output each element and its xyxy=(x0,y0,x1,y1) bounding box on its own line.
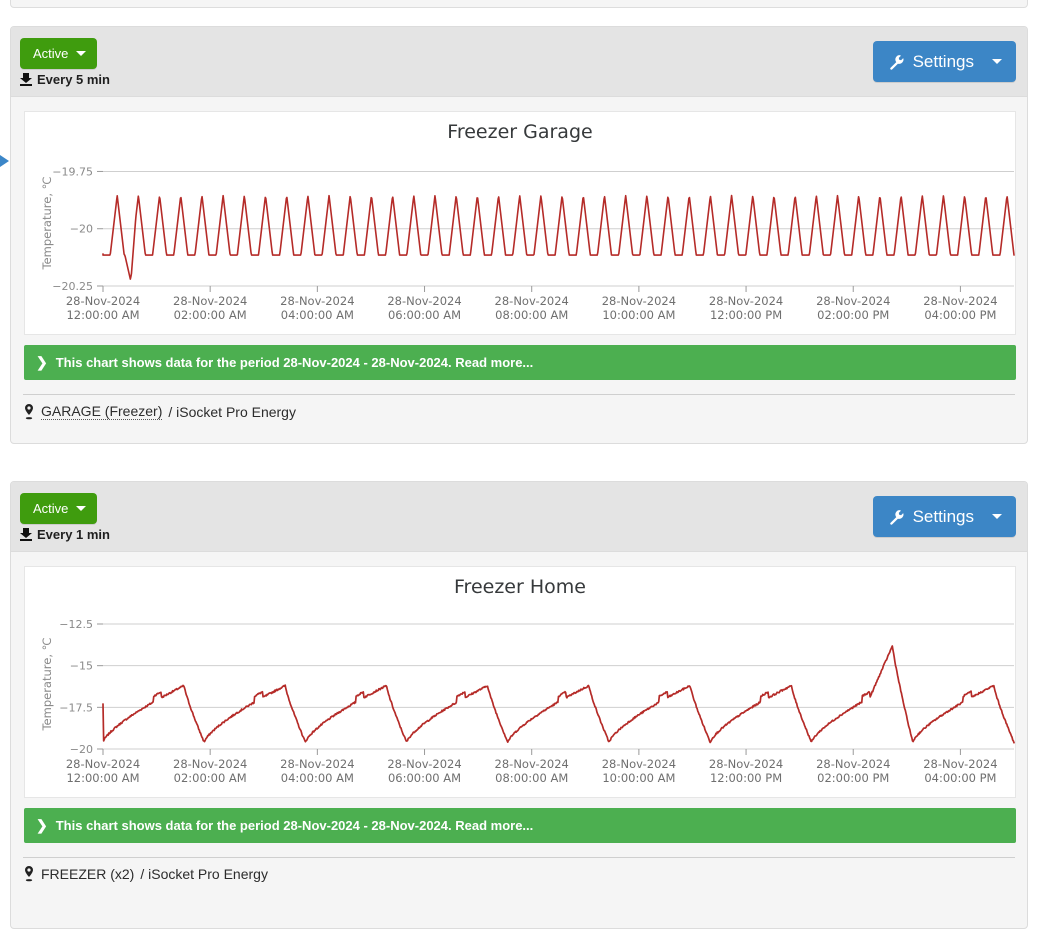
svg-text:−17.5: −17.5 xyxy=(59,701,93,714)
chart-panel-freezer-home: Active Every 1 min Settings Freezer Home… xyxy=(10,481,1028,929)
svg-text:04:00:00 AM: 04:00:00 AM xyxy=(281,308,354,322)
chart-period-banner[interactable]: ❯ This chart shows data for the period 2… xyxy=(24,808,1016,843)
chevron-right-icon: ❯ xyxy=(36,817,48,833)
banner-text: This chart shows data for the period 28-… xyxy=(55,355,534,370)
left-edge-arrow-icon[interactable] xyxy=(0,155,9,167)
svg-text:02:00:00 AM: 02:00:00 AM xyxy=(174,771,247,785)
status-label: Active xyxy=(33,46,69,61)
location-pin-icon xyxy=(23,403,35,420)
panel-footer: FREEZER (x2) / iSocket Pro Energy xyxy=(11,858,1027,882)
svg-text:−15: −15 xyxy=(70,660,93,673)
interval-label: Every 1 min xyxy=(37,527,110,542)
settings-label: Settings xyxy=(912,507,974,526)
banner-text: This chart shows data for the period 28-… xyxy=(55,818,534,833)
svg-text:08:00:00 AM: 08:00:00 AM xyxy=(495,771,568,785)
svg-text:02:00:00 AM: 02:00:00 AM xyxy=(174,308,247,322)
svg-text:10:00:00 AM: 10:00:00 AM xyxy=(602,771,675,785)
svg-text:−12.5: −12.5 xyxy=(59,618,93,631)
svg-text:28-Nov-2024: 28-Nov-2024 xyxy=(816,757,890,771)
svg-text:12:00:00 AM: 12:00:00 AM xyxy=(66,308,139,322)
svg-text:12:00:00 PM: 12:00:00 PM xyxy=(710,308,782,322)
svg-text:02:00:00 PM: 02:00:00 PM xyxy=(817,771,889,785)
chart-svg-freezer-garage: −19.75−20−20.2528-Nov-202412:00:00 AM28-… xyxy=(40,165,1015,322)
svg-text:28-Nov-2024: 28-Nov-2024 xyxy=(495,294,569,308)
svg-text:−19.75: −19.75 xyxy=(52,165,93,178)
chevron-down-icon xyxy=(76,51,87,56)
chart-card-freezer-garage: Freezer Garage −19.75 −20 −20.25 28-Nov-202… xyxy=(24,111,1016,335)
footer-device-name: / iSocket Pro Energy xyxy=(168,403,296,420)
location-pin-icon xyxy=(23,866,35,882)
svg-text:06:00:00 AM: 06:00:00 AM xyxy=(388,771,461,785)
sampling-interval: Every 1 min xyxy=(20,527,110,542)
footer-device-name: / iSocket Pro Energy xyxy=(140,866,268,882)
svg-text:28-Nov-2024: 28-Nov-2024 xyxy=(66,294,140,308)
svg-text:28-Nov-2024: 28-Nov-2024 xyxy=(387,757,461,771)
svg-text:04:00:00 AM: 04:00:00 AM xyxy=(281,771,354,785)
panel-header: Active Every 5 min Settings xyxy=(11,27,1027,97)
panel-header: Active Every 1 min Settings xyxy=(11,482,1027,552)
download-icon xyxy=(20,528,32,541)
svg-text:28-Nov-2024: 28-Nov-2024 xyxy=(923,294,997,308)
svg-text:08:00:00 AM: 08:00:00 AM xyxy=(495,308,568,322)
chevron-right-icon: ❯ xyxy=(36,354,48,370)
svg-text:28-Nov-2024: 28-Nov-2024 xyxy=(923,757,997,771)
svg-text:12:00:00 PM: 12:00:00 PM xyxy=(710,771,782,785)
settings-button[interactable]: Settings xyxy=(872,496,1016,537)
sampling-interval: Every 5 min xyxy=(20,72,110,87)
svg-text:06:00:00 AM: 06:00:00 AM xyxy=(388,308,461,322)
status-active-button[interactable]: Active xyxy=(20,493,98,524)
previous-panel-sliver xyxy=(10,0,1028,8)
svg-text:28-Nov-2024: 28-Nov-2024 xyxy=(816,294,890,308)
svg-text:Temperature, ℃: Temperature, ℃ xyxy=(40,637,54,731)
svg-text:−20: −20 xyxy=(70,223,93,236)
footer-location-link[interactable]: FREEZER (x2) xyxy=(41,866,134,882)
svg-text:28-Nov-2024: 28-Nov-2024 xyxy=(495,757,569,771)
svg-text:28-Nov-2024: 28-Nov-2024 xyxy=(602,294,676,308)
svg-text:28-Nov-2024: 28-Nov-2024 xyxy=(173,294,247,308)
chevron-down-icon xyxy=(76,506,87,511)
settings-label: Settings xyxy=(912,52,974,71)
svg-text:10:00:00 AM: 10:00:00 AM xyxy=(602,308,675,322)
svg-text:28-Nov-2024: 28-Nov-2024 xyxy=(280,294,354,308)
panel-footer: GARAGE (Freezer) / iSocket Pro Energy xyxy=(11,395,1027,420)
chevron-down-icon xyxy=(992,514,1002,519)
chart-svg-freezer-home: −12.5−15−17.5−2028-Nov-202412:00:00 AM28… xyxy=(40,618,1015,785)
footer-location-link[interactable]: GARAGE (Freezer) xyxy=(41,403,163,420)
wrench-icon xyxy=(889,54,905,70)
svg-text:28-Nov-2024: 28-Nov-2024 xyxy=(387,294,461,308)
svg-text:−20: −20 xyxy=(70,743,93,756)
svg-text:04:00:00 PM: 04:00:00 PM xyxy=(924,771,996,785)
svg-text:28-Nov-2024: 28-Nov-2024 xyxy=(173,757,247,771)
svg-text:02:00:00 PM: 02:00:00 PM xyxy=(817,308,889,322)
wrench-icon xyxy=(889,509,905,525)
page-root: Active Every 5 min Settings Freezer Gara… xyxy=(0,0,1038,935)
chart-panel-freezer-garage: Active Every 5 min Settings Freezer Gara… xyxy=(10,26,1028,444)
chart-period-banner[interactable]: ❯ This chart shows data for the period 2… xyxy=(24,345,1016,380)
status-active-button[interactable]: Active xyxy=(20,38,98,69)
settings-button[interactable]: Settings xyxy=(872,41,1016,82)
chart-card-freezer-home: Freezer Home −12.5 −15 −17.5 −20 28-Nov-2024… xyxy=(24,566,1016,798)
svg-text:28-Nov-2024: 28-Nov-2024 xyxy=(709,757,783,771)
svg-text:28-Nov-2024: 28-Nov-2024 xyxy=(709,294,783,308)
svg-text:12:00:00 AM: 12:00:00 AM xyxy=(66,771,139,785)
status-label: Active xyxy=(33,501,69,516)
chevron-down-icon xyxy=(992,59,1002,64)
svg-text:28-Nov-2024: 28-Nov-2024 xyxy=(66,757,140,771)
svg-text:Temperature, ℃: Temperature, ℃ xyxy=(40,176,54,270)
download-icon xyxy=(20,73,32,86)
svg-text:04:00:00 PM: 04:00:00 PM xyxy=(924,308,996,322)
interval-label: Every 5 min xyxy=(37,72,110,87)
svg-text:−20.25: −20.25 xyxy=(52,280,93,293)
svg-text:28-Nov-2024: 28-Nov-2024 xyxy=(280,757,354,771)
svg-text:28-Nov-2024: 28-Nov-2024 xyxy=(602,757,676,771)
